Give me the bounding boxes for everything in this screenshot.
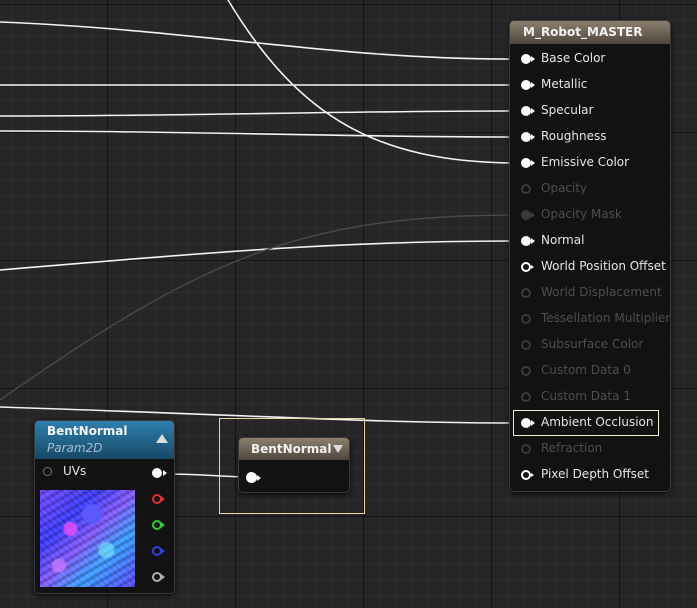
pin-row-opacity-mask[interactable]: Opacity Mask bbox=[510, 206, 668, 224]
world-position-offset-pin-label: World Position Offset bbox=[541, 259, 666, 273]
metallic-pin-icon[interactable] bbox=[521, 80, 535, 90]
output-pin-r[interactable] bbox=[152, 494, 165, 504]
named-reroute-node[interactable]: BentNormal bbox=[238, 437, 350, 493]
material-node-title[interactable]: M_Robot_MASTER bbox=[510, 21, 670, 44]
normal-pin-label: Normal bbox=[541, 233, 585, 247]
roughness-pin-label: Roughness bbox=[541, 129, 607, 143]
wire-opacity-mask bbox=[0, 214, 516, 401]
named-node-header[interactable]: BentNormal bbox=[239, 438, 349, 460]
wire-base-color bbox=[0, 21, 516, 60]
world-position-offset-pin-icon[interactable] bbox=[521, 262, 534, 272]
roughness-pin-icon[interactable] bbox=[521, 132, 535, 142]
world-displacement-pin-label: World Displacement bbox=[541, 285, 662, 299]
pin-arrow-icon bbox=[161, 496, 165, 502]
named-node-input-pin[interactable] bbox=[246, 472, 261, 483]
texture-preview-thumbnail bbox=[40, 490, 135, 587]
pin-row-custom-data-1[interactable]: Custom Data 1 bbox=[510, 388, 668, 406]
output-pin-b[interactable] bbox=[152, 546, 165, 556]
ambient-occlusion-highlight bbox=[513, 410, 659, 436]
pixel-depth-offset-pin-icon[interactable] bbox=[521, 470, 534, 480]
output-pin-rgb[interactable] bbox=[152, 468, 167, 478]
output-pin-g[interactable] bbox=[152, 520, 165, 530]
opacity-pin-label: Opacity bbox=[541, 181, 588, 195]
texture-sample-node[interactable]: BentNormal Param2D UVs bbox=[34, 420, 175, 594]
pin-arrow-icon bbox=[161, 548, 165, 554]
emissive-color-pin-label: Emissive Color bbox=[541, 155, 630, 169]
pin-row-normal[interactable]: Normal bbox=[510, 232, 668, 250]
wire-specular bbox=[0, 110, 516, 117]
specular-pin-icon[interactable] bbox=[521, 106, 535, 116]
pin-arrow-icon bbox=[163, 470, 167, 476]
uvs-input-pin[interactable] bbox=[43, 467, 52, 476]
texture-node-title: BentNormal bbox=[47, 424, 128, 438]
pin-row-world-position-offset[interactable]: World Position Offset bbox=[510, 258, 668, 276]
pin-arrow-icon bbox=[161, 574, 165, 580]
opacity-mask-pin-label: Opacity Mask bbox=[541, 207, 622, 221]
refraction-pin-icon[interactable] bbox=[521, 444, 531, 454]
pin-row-metallic[interactable]: Metallic bbox=[510, 76, 668, 94]
world-displacement-pin-icon[interactable] bbox=[521, 288, 531, 298]
emissive-color-pin-icon[interactable] bbox=[521, 158, 535, 168]
pin-row-world-displacement[interactable]: World Displacement bbox=[510, 284, 668, 302]
custom-data-1-pin-icon[interactable] bbox=[521, 392, 531, 402]
opacity-mask-pin-icon[interactable] bbox=[521, 210, 535, 220]
wire-emissive bbox=[227, 0, 516, 164]
base-color-pin-icon[interactable] bbox=[521, 54, 535, 64]
pin-row-roughness[interactable]: Roughness bbox=[510, 128, 668, 146]
tessellation-multiplier-pin-label: Tessellation Multiplier bbox=[541, 311, 671, 325]
custom-data-0-pin-label: Custom Data 0 bbox=[541, 363, 631, 377]
pin-row-emissive-color[interactable]: Emissive Color bbox=[510, 154, 668, 172]
pin-row-pixel-depth-offset[interactable]: Pixel Depth Offset bbox=[510, 466, 668, 484]
pin-row-specular[interactable]: Specular bbox=[510, 102, 668, 120]
metallic-pin-label: Metallic bbox=[541, 77, 588, 91]
pin-row-tessellation-multiplier[interactable]: Tessellation Multiplier bbox=[510, 310, 671, 328]
pixel-depth-offset-pin-label: Pixel Depth Offset bbox=[541, 467, 649, 481]
custom-data-0-pin-icon[interactable] bbox=[521, 366, 531, 376]
collapse-arrow-icon[interactable] bbox=[156, 434, 168, 443]
tessellation-multiplier-pin-icon[interactable] bbox=[521, 314, 531, 324]
specular-pin-label: Specular bbox=[541, 103, 594, 117]
base-color-pin-label: Base Color bbox=[541, 51, 606, 65]
opacity-pin-icon[interactable] bbox=[521, 184, 531, 194]
wire-roughness bbox=[0, 130, 516, 138]
pin-row-opacity[interactable]: Opacity bbox=[510, 180, 668, 198]
normal-pin-icon[interactable] bbox=[521, 236, 535, 246]
pin-arrow-icon bbox=[161, 522, 165, 528]
pin-row-custom-data-0[interactable]: Custom Data 0 bbox=[510, 362, 668, 380]
texture-node-header[interactable]: BentNormal Param2D bbox=[35, 421, 174, 459]
dropdown-arrow-icon[interactable] bbox=[333, 445, 343, 453]
subsurface-color-pin-label: Subsurface Color bbox=[541, 337, 644, 351]
pin-row-base-color[interactable]: Base Color bbox=[510, 50, 668, 68]
pin-row-refraction[interactable]: Refraction bbox=[510, 440, 668, 458]
uvs-input-label: UVs bbox=[63, 464, 87, 478]
named-node-title: BentNormal bbox=[251, 442, 332, 456]
subsurface-color-pin-icon[interactable] bbox=[521, 340, 531, 350]
wire-normal bbox=[0, 240, 516, 271]
texture-node-subtitle: Param2D bbox=[47, 441, 103, 455]
refraction-pin-label: Refraction bbox=[541, 441, 603, 455]
custom-data-1-pin-label: Custom Data 1 bbox=[541, 389, 631, 403]
pin-row-subsurface-color[interactable]: Subsurface Color bbox=[510, 336, 668, 354]
output-pin-a[interactable] bbox=[152, 572, 165, 582]
